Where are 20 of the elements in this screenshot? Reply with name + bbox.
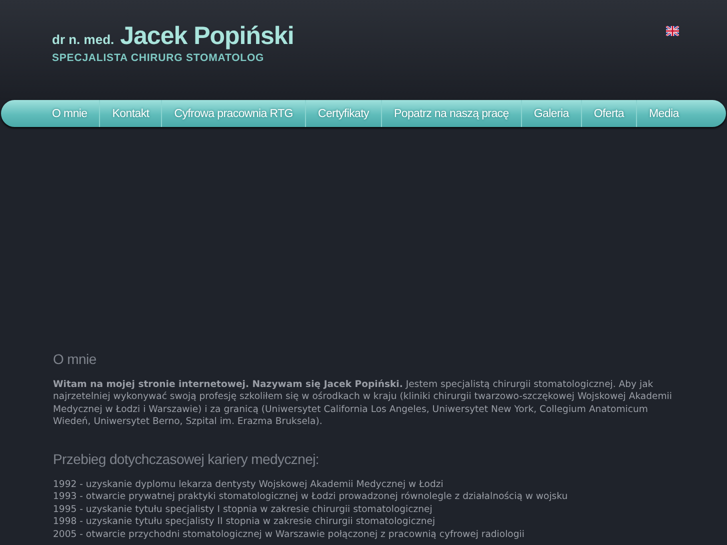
career-entry: 1998 - uzyskanie tytułu specjalisty II stopnia w zakresie chirurgii stomatologicznej (53, 516, 436, 529)
nav-link[interactable]: Media (637, 100, 691, 127)
nav-link[interactable]: Galeria (522, 100, 582, 127)
nav-link[interactable]: Certyfikaty (306, 100, 382, 127)
nav-link[interactable]: Popatrz na naszą pracę (382, 100, 522, 127)
career-entry: 2005 - otwarcie przychodni stomatologicznej w Warszawie połączonej z pracownią cyfrowej radiologii (53, 528, 526, 542)
career-entry: 1992 - uzyskanie dyplomu lekarza dentysty Wojskowej Akademii Medycznej w Łodzi (53, 478, 444, 492)
intro-paragraph: Witam na mojej stronie internetowej. Nazywam się Jacek Popiński. Jestem specjalistą chirurgii stomatologicznej. Aby jak najrzetelniej wykonywać swoją profesję szkoliłem się w ośrodkach w kraju (kliniki chirurgii twarzowo-szczękowej Wojskowej Akademii Medycznej w Łodzi i Warszawie) i za granicą (Uniwersytet California Los Angeles, Uniwersytet New York, Collegium Anatomicum Wiedeń, Uniwersytet Berno, Szpital im. Erazma Bruksela). (53, 378, 673, 429)
uk-flag-icon[interactable] (666, 26, 679, 36)
name-prefix: dr n. med. (52, 32, 114, 47)
career-entry: 1993 - otwarcie prywatnej praktyki stomatologicznej w Łodzi prowadzonej równolegle z działalnością w wojsku (53, 491, 569, 504)
section-heading: O mnie (53, 353, 98, 366)
nav-link[interactable]: Cyfrowa pracownia RTG (162, 100, 306, 127)
section-heading: Przebieg dotychczasowej kariery medycznej: (53, 452, 320, 466)
subtitle: SPECJALISTA CHIRURG STOMATOLOG (52, 52, 266, 64)
nav-link[interactable]: Kontakt (100, 100, 162, 127)
nav-link[interactable]: O mnie (40, 100, 100, 127)
nav-link[interactable]: Oferta (582, 100, 638, 127)
doctor-name: Jacek Popiński (120, 22, 294, 51)
career-entry: 1995 - uzyskanie tytułu specjalisty I stopnia w zakresie chirurgii stomatologicznej (53, 504, 434, 516)
